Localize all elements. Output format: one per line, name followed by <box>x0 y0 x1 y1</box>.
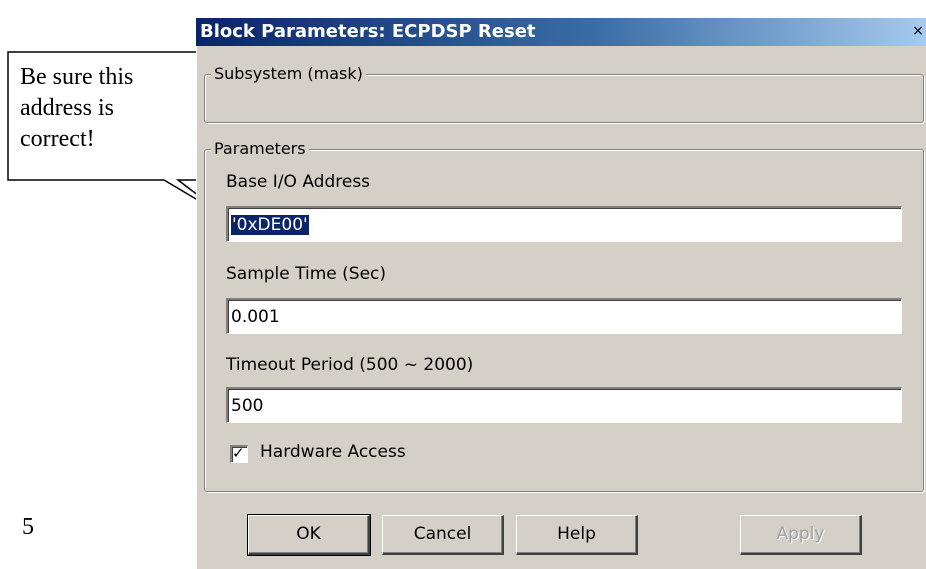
close-button[interactable]: × <box>910 21 926 41</box>
checkmark-icon: ✓ <box>232 444 245 462</box>
timeout-label: Timeout Period (500 ~ 2000) <box>226 355 474 375</box>
help-button[interactable]: Help <box>516 515 638 555</box>
sample-time-value: 0.001 <box>231 307 280 327</box>
timeout-input[interactable]: 500 <box>226 387 902 423</box>
ok-button[interactable]: OK <box>247 514 371 556</box>
subsystem-label: Subsystem (mask) <box>211 64 366 83</box>
ok-label: OK <box>296 524 321 544</box>
subsystem-group: Subsystem (mask) <box>204 64 924 123</box>
page-number: 5 <box>22 514 34 540</box>
base-address-value: '0xDE00' <box>231 215 309 235</box>
apply-label: Apply <box>776 524 825 544</box>
close-icon: × <box>912 23 924 39</box>
sample-time-label: Sample Time (Sec) <box>226 264 387 284</box>
hardware-access-label: Hardware Access <box>260 442 406 462</box>
base-address-input[interactable]: '0xDE00' <box>226 206 902 242</box>
parameters-label: Parameters <box>211 139 309 158</box>
block-parameters-dialog: Block Parameters: ECPDSP Reset × Subsyst… <box>196 18 926 569</box>
title-bar[interactable]: Block Parameters: ECPDSP Reset × <box>196 18 926 46</box>
base-address-label: Base I/O Address <box>226 172 371 192</box>
cancel-button[interactable]: Cancel <box>382 515 504 555</box>
help-label: Help <box>557 524 596 544</box>
dialog-title: Block Parameters: ECPDSP Reset <box>200 21 536 42</box>
hardware-access-checkbox[interactable]: ✓ <box>230 444 248 463</box>
sample-time-input[interactable]: 0.001 <box>226 298 902 334</box>
callout-text: Be sure this address is correct! <box>20 64 134 152</box>
timeout-value: 500 <box>231 396 264 416</box>
apply-button: Apply <box>740 515 862 555</box>
cancel-label: Cancel <box>413 524 472 544</box>
